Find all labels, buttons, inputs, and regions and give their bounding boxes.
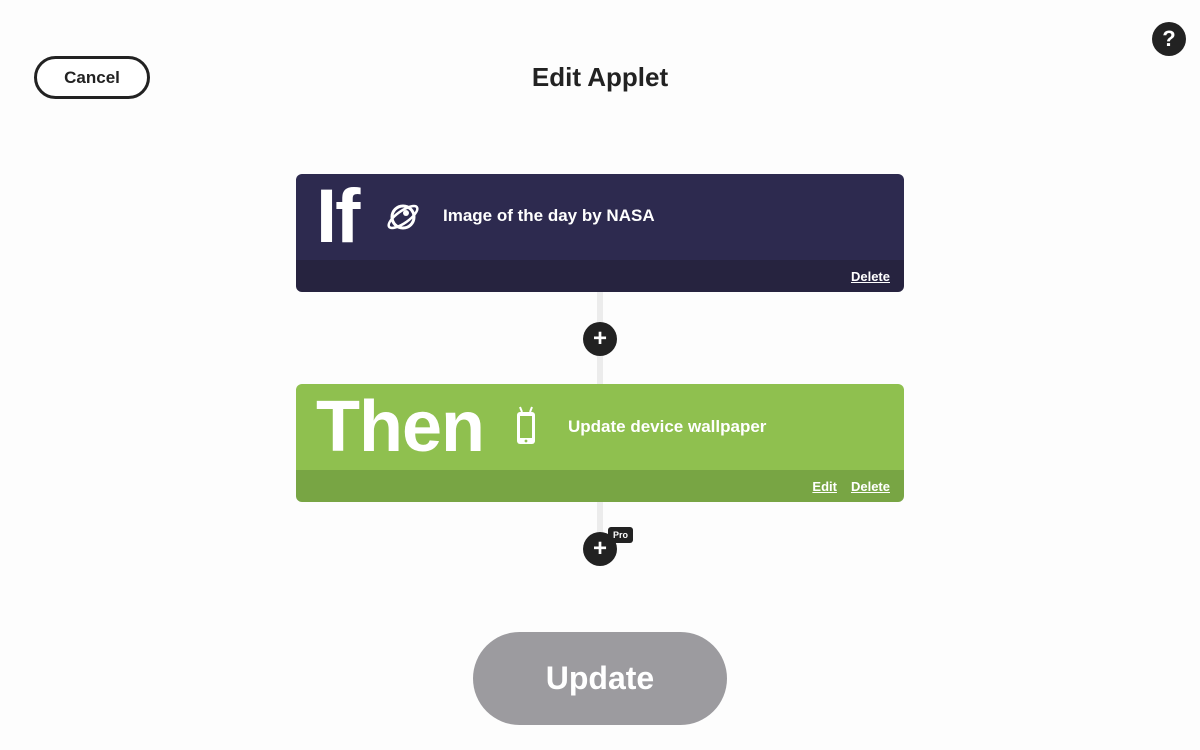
trigger-text: Image of the day by NASA (443, 206, 655, 225)
trigger-card-footer: Delete (296, 260, 904, 292)
plus-icon: + (592, 535, 607, 562)
help-button[interactable]: ? (1152, 22, 1186, 56)
trigger-keyword: If (316, 174, 360, 259)
rocket-planet-icon (387, 204, 419, 230)
android-phone-icon (517, 406, 535, 444)
add-step-button[interactable]: + (583, 322, 617, 356)
action-card[interactable]: Then Update device wallpaper Edit Delete (296, 384, 904, 502)
action-card-main[interactable]: Then Update device wallpaper (296, 384, 904, 470)
page-title: Edit Applet (531, 62, 669, 92)
action-text: Update device wallpaper (568, 417, 767, 436)
update-button[interactable]: Update (473, 632, 727, 725)
trigger-delete-link[interactable]: Delete (851, 269, 890, 284)
pro-badge: Pro (608, 527, 634, 543)
trigger-card-main[interactable]: If Image of the day by NASA (296, 174, 904, 260)
action-keyword: Then (316, 387, 485, 467)
action-edit-link[interactable]: Edit (812, 479, 837, 494)
question-icon: ? (1162, 26, 1176, 51)
action-delete-link[interactable]: Delete (851, 479, 890, 494)
trigger-card[interactable]: If Image of the day by NASA Delete (296, 174, 904, 292)
action-card-footer: Edit Delete (296, 470, 904, 502)
plus-icon: + (592, 325, 607, 352)
